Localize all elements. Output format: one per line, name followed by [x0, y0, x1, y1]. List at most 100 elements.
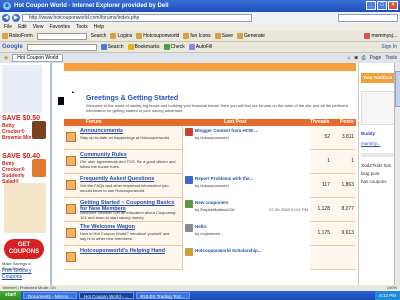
search-icon	[100, 44, 107, 50]
last-post-author[interactable]: by EmpireMattersUSA	[195, 207, 235, 212]
favorites-star-icon[interactable]: ★	[3, 54, 9, 62]
ad-product-image[interactable]	[4, 183, 46, 233]
col-forum: Forum	[86, 119, 102, 125]
thread-count: 1,175	[317, 230, 330, 236]
free-grocery-link[interactable]: Free Grocery Coupons	[2, 268, 50, 280]
ie-logo-icon: e	[3, 2, 11, 10]
menu-edit[interactable]: Edit	[18, 23, 27, 31]
live-search-input[interactable]	[338, 13, 398, 22]
forum-title[interactable]: Hotcouponworld's Helping Hand	[80, 248, 165, 254]
forum-title[interactable]: Community Rules	[80, 152, 127, 158]
roboform-search-button[interactable]: Search	[91, 33, 107, 39]
forum-description: Get the FAQs and other important informa…	[80, 183, 169, 193]
last-post-title[interactable]: Report Problems with the...	[195, 176, 253, 181]
save-button[interactable]: Save	[214, 33, 233, 39]
forum-row: Frequently Asked Questions Get the FAQs …	[64, 174, 356, 198]
forum-folder-icon	[66, 180, 76, 190]
forum-row: Hotcouponworld's Helping Hand Hotcouponw…	[64, 246, 356, 270]
menu-tools[interactable]: Tools	[76, 23, 88, 31]
post-count: 8,277	[341, 206, 354, 212]
key-icon	[110, 33, 117, 39]
maximize-button[interactable]: □	[377, 1, 387, 10]
close-button[interactable]: ×	[388, 1, 398, 10]
brownie-box-image[interactable]	[32, 121, 46, 139]
roboform-search-input[interactable]	[36, 32, 87, 40]
menu-help[interactable]: Help	[94, 23, 104, 31]
menu-favorites[interactable]: Favorites	[49, 23, 70, 31]
activity-snippet-1[interactable]: 2kidZ7kids has	[361, 163, 397, 168]
last-post-date: 07-09-2009 01:51 PM	[269, 207, 308, 212]
col-threads: Threads	[310, 119, 330, 125]
last-post-author[interactable]: by hotcouponworld	[195, 183, 229, 188]
post-count: 3,811	[341, 134, 354, 140]
check-icon	[163, 44, 170, 50]
menu-view[interactable]: View	[33, 23, 44, 31]
logins-button[interactable]: Logins	[110, 33, 132, 39]
address-bar: ◀ ▶ http://www.hotcouponworld.com/forums…	[0, 12, 400, 23]
url-field[interactable]: http://www.hotcouponworld.com/forums/ind…	[22, 13, 252, 22]
forum-row: Community Rules Our user agreements and …	[64, 150, 356, 174]
signin-button[interactable]: Sign In	[381, 44, 397, 50]
forum-orange-banner	[64, 63, 356, 71]
last-post-author[interactable]: by hotcouponworld	[195, 135, 229, 140]
tab-hot-coupon-world[interactable]: Hot Coupon World	[12, 54, 64, 62]
check-button[interactable]: Check	[163, 44, 185, 50]
hotcouponworld-button[interactable]: Hotcouponworld	[136, 33, 179, 39]
notification-box[interactable]: Your Notificat	[361, 73, 397, 83]
buddy-link[interactable]: mommy...	[361, 141, 397, 146]
greeting-title[interactable]: Greetings & Getting Started	[86, 95, 178, 102]
system-clock[interactable]: 8:12 PM	[375, 291, 400, 300]
ad-banner-top[interactable]	[2, 65, 42, 113]
autofill-button[interactable]: AutoFill	[188, 44, 212, 50]
last-post-title[interactable]: Blogger Contest from HCW ...	[195, 128, 258, 133]
buddy-header[interactable]: Buddy	[361, 131, 397, 136]
last-post-title[interactable]: New couponers	[195, 200, 229, 205]
main-forum-area: Greetings & Getting Started Welcome to t…	[54, 63, 356, 285]
fun-icons-button[interactable]: fun Icons	[183, 33, 211, 39]
last-post-author[interactable]: by mojimmom...	[195, 231, 223, 236]
roboform-button[interactable]: RoboForm	[2, 33, 33, 39]
last-post-cell: Blogger Contest from HCW ... by hotcoupo…	[182, 126, 310, 150]
last-post-title[interactable]: Hotcouponworld Scholarship...	[195, 248, 262, 253]
smiley-icon	[183, 33, 190, 39]
task-hot-coupon-world[interactable]: Hot Coupon World - ...	[78, 292, 134, 299]
forum-title[interactable]: The Welcome Wagon	[80, 224, 135, 230]
tools-menu[interactable]: Tools	[385, 55, 397, 61]
vertical-scrollbar[interactable]	[394, 63, 400, 285]
thread-count: 1	[327, 158, 330, 164]
salad-box-image[interactable]	[32, 159, 46, 177]
activity-snippet-2[interactable]: blog post	[361, 171, 397, 176]
google-search-button[interactable]: Search	[100, 44, 124, 50]
last-post-title[interactable]: Hello:	[195, 224, 208, 229]
scrollbar-thumb[interactable]	[395, 71, 400, 107]
command-bar: ⌂ ◙ ⎙ Page Tools	[348, 55, 400, 61]
window-controls: _ □ ×	[366, 1, 398, 10]
forward-arrow-icon[interactable]: ▶	[12, 13, 20, 22]
print-icon[interactable]: ⎙	[362, 55, 366, 61]
google-logo: Google	[2, 44, 23, 50]
activity-snippet-3[interactable]: has coupons	[361, 179, 397, 184]
task-rules-trading[interactable]: RULES Trading Toiz...	[135, 292, 190, 299]
menu-bar: File Edit View Favorites Tools Help	[0, 23, 400, 31]
forum-title[interactable]: Announcements	[80, 128, 123, 134]
tab-row: ★ Hot Coupon World ⌂ ◙ ⎙ Page Tools	[0, 53, 400, 63]
user-button[interactable]: mommysj...	[364, 33, 397, 39]
minimize-button[interactable]: _	[366, 1, 376, 10]
generate-button[interactable]: Generate	[237, 33, 265, 39]
get-coupons-button[interactable]: GET COUPONS	[4, 239, 44, 259]
forum-title[interactable]: Frequently Asked Questions	[80, 176, 154, 182]
menu-file[interactable]: File	[4, 23, 12, 31]
window-title: Hot Coupon World - Internet Explorer pro…	[14, 3, 169, 9]
back-arrow-icon[interactable]: ◀	[2, 13, 10, 22]
feeds-icon[interactable]: ◙	[355, 55, 358, 61]
task-word-document[interactable]: Document1 - Micros...	[22, 292, 77, 299]
home-icon[interactable]: ⌂	[348, 55, 351, 61]
ad-text-1[interactable]: Betty Crocker® Brownie Mix	[2, 123, 32, 141]
ad-text-2[interactable]: Betty Crocker® Suddenly Salad®	[2, 161, 32, 185]
bookmarks-button[interactable]: Bookmarks	[127, 44, 160, 50]
forum-table: Announcements Stay up-to-date on happeni…	[64, 126, 356, 270]
page-menu[interactable]: Page	[370, 55, 382, 61]
start-button[interactable]: start	[0, 291, 21, 300]
google-search-input[interactable]	[26, 43, 97, 51]
forum-description: Welcome Newbie! Get an education about C…	[80, 210, 176, 220]
